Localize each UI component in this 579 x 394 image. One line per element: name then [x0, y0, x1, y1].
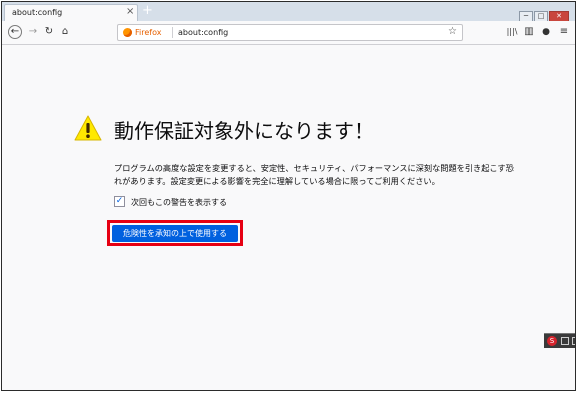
- tray-window-icon[interactable]: [561, 337, 569, 345]
- bookmark-star-icon[interactable]: ☆: [448, 26, 457, 37]
- tab-title: about:config: [12, 8, 63, 17]
- tray-widget: S: [544, 333, 575, 348]
- menu-button[interactable]: ≡: [557, 25, 571, 39]
- url-separator: [172, 27, 173, 38]
- window-controls: ─ □ ✕: [518, 3, 569, 22]
- accept-risk-button[interactable]: 危険性を承知の上で使用する: [112, 225, 238, 242]
- warning-description: プログラムの高度な設定を変更すると、安定性、セキュリティ、パフォーマンスに深刻な…: [114, 163, 514, 186]
- library-button[interactable]: |||\: [505, 25, 519, 39]
- home-button[interactable]: ⌂: [58, 25, 72, 39]
- warning-heading: 動作保証対象外になります！: [114, 119, 374, 143]
- tab-about-config[interactable]: about:config ×: [4, 4, 138, 21]
- tab-strip: about:config × + ─ □ ✕: [2, 2, 575, 22]
- tray-logo-icon: S: [547, 336, 557, 346]
- navigation-toolbar: ← → ↻ ⌂ Firefox about:config ☆ |||\ ▥ ● …: [2, 21, 575, 45]
- firefox-logo-icon: [123, 28, 132, 37]
- show-warning-checkbox[interactable]: ✓: [114, 196, 125, 207]
- url-bar[interactable]: Firefox about:config ☆: [117, 24, 463, 41]
- identity-label[interactable]: Firefox: [135, 28, 161, 37]
- sidebar-button[interactable]: ▥: [522, 25, 536, 39]
- reload-button[interactable]: ↻: [42, 25, 56, 39]
- browser-window: about:config × + ─ □ ✕ ← → ↻ ⌂ Firefox abo…: [1, 1, 576, 391]
- show-warning-checkbox-label[interactable]: 次回もこの警告を表示する: [131, 197, 227, 208]
- url-text[interactable]: about:config: [178, 28, 228, 37]
- tray-window-icon[interactable]: [572, 337, 575, 345]
- back-button[interactable]: ←: [8, 25, 22, 39]
- warning-triangle-icon: [74, 115, 102, 141]
- forward-button[interactable]: →: [26, 25, 40, 39]
- tab-close-icon[interactable]: ×: [126, 7, 134, 17]
- account-button[interactable]: ●: [539, 25, 553, 39]
- new-tab-button[interactable]: +: [142, 4, 153, 17]
